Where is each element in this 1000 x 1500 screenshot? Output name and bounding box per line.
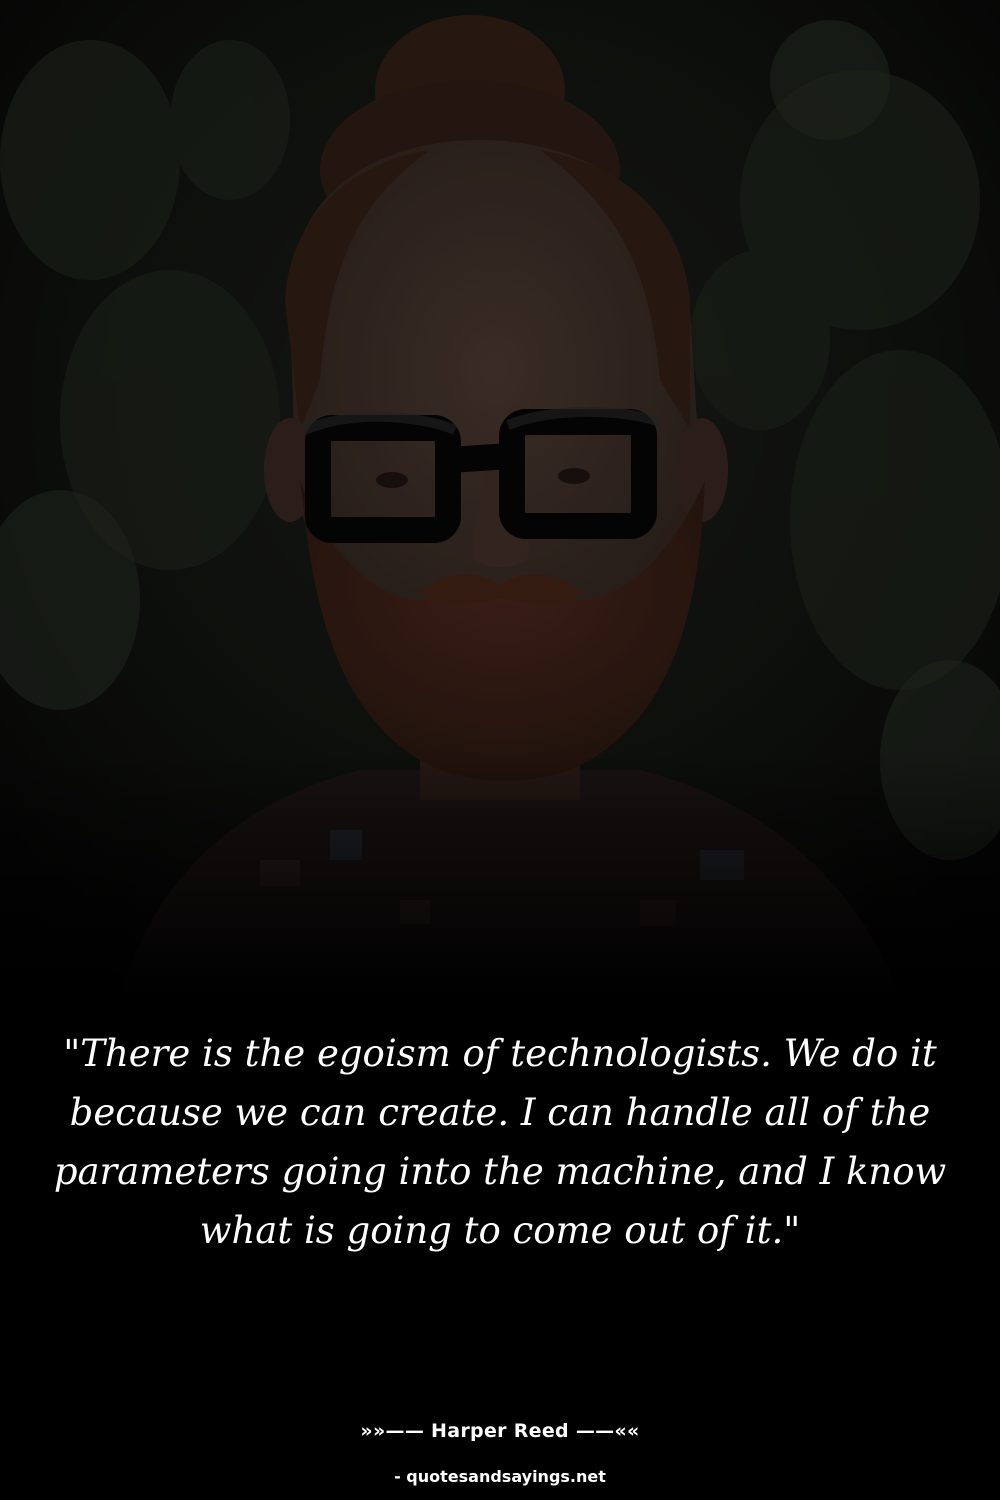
portrait-photo [0, 0, 1000, 1000]
quote-card: "There is the egoism of technologists. W… [0, 0, 1000, 1500]
author-line: »»—— Harper Reed ——«« [360, 1420, 640, 1442]
quote-text: "There is the egoism of technologists. W… [53, 1032, 947, 1252]
source-watermark: - quotesandsayings.net [394, 1467, 606, 1486]
